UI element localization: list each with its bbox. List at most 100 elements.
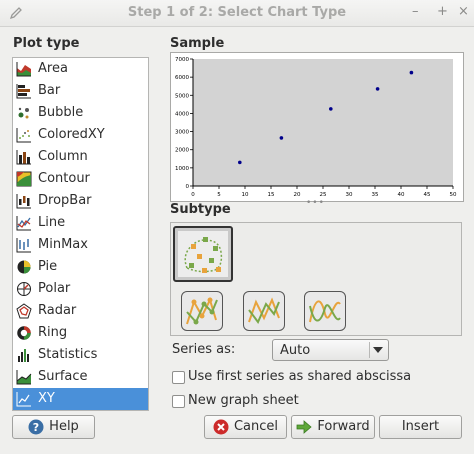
plot-type-item-label: Line	[38, 215, 66, 230]
splitter-handle[interactable]: •••	[306, 198, 325, 208]
plot-area	[193, 59, 453, 186]
window-title: Step 1 of 2: Select Chart Type	[127, 5, 347, 20]
forward-arrow-icon	[296, 420, 312, 434]
x-tick-label: 0	[191, 192, 195, 198]
lines-only-icon	[248, 297, 280, 324]
data-point	[329, 107, 333, 111]
dropbar-chart-icon	[16, 194, 31, 209]
forward-button[interactable]: Forward	[291, 415, 375, 439]
shared-abscissa-label: Use first series as shared abscissa	[188, 369, 412, 384]
plot-type-item-label: MinMax	[38, 237, 88, 252]
insert-button-label: Insert	[401, 419, 440, 434]
series-as-label: Series as:	[172, 342, 236, 357]
plot-type-item-column[interactable]: Column	[13, 146, 148, 168]
title-bar: Step 1 of 2: Select Chart Type – + ×	[0, 0, 474, 27]
plot-type-item-label: ColoredXY	[38, 127, 105, 142]
scatter-markers-icon	[184, 237, 223, 273]
new-sheet-label: New graph sheet	[188, 393, 299, 408]
data-point	[375, 87, 380, 91]
plot-type-item-minmax[interactable]: MinMax	[13, 234, 148, 256]
subtype-lines-only[interactable]	[243, 291, 285, 331]
plot-type-item-label: Radar	[38, 303, 77, 318]
x-tick-label: 40	[398, 192, 405, 198]
plot-type-item-label: Surface	[38, 369, 88, 384]
cancel-button-label: Cancel	[233, 419, 279, 434]
plot-type-item-statistics[interactable]: Statistics	[13, 344, 148, 366]
plot-type-item-polar[interactable]: Polar	[13, 278, 148, 300]
line-chart-icon	[16, 216, 31, 231]
plot-type-item-contour[interactable]: Contour	[13, 168, 148, 190]
plot-type-item-label: Column	[38, 149, 88, 164]
x-tick-label: 20	[294, 192, 301, 198]
plot-type-item-area[interactable]: Area	[13, 58, 148, 80]
plot-type-item-label: Statistics	[38, 347, 98, 362]
forward-button-label: Forward	[317, 419, 370, 434]
new-sheet-checkbox[interactable]	[172, 395, 185, 408]
plot-type-label: Plot type	[13, 36, 80, 51]
svg-text:?: ?	[33, 421, 39, 434]
y-tick-label: 2000	[175, 148, 189, 154]
sample-label: Sample	[170, 36, 225, 51]
plot-type-item-pie[interactable]: Pie	[13, 256, 148, 278]
minimize-button[interactable]: –	[412, 4, 419, 19]
x-tick-label: 30	[346, 192, 353, 198]
x-tick-label: 50	[450, 192, 457, 198]
shared-abscissa-checkbox[interactable]	[172, 371, 185, 384]
plot-type-item-label: Bubble	[38, 105, 84, 120]
help-button[interactable]: ? Help	[12, 415, 95, 439]
subtype-lines-and-markers[interactable]	[181, 291, 223, 331]
data-point	[279, 136, 284, 140]
plot-type-item-label: XY	[38, 391, 55, 406]
y-tick-label: 1000	[175, 166, 189, 172]
column-chart-icon	[16, 150, 31, 165]
plot-type-item-bubble[interactable]: Bubble	[13, 102, 148, 124]
subtype-panel	[170, 222, 462, 336]
insert-button[interactable]: Insert	[379, 415, 462, 439]
cancel-button[interactable]: Cancel	[204, 415, 287, 439]
data-point	[409, 70, 414, 75]
help-button-label: Help	[49, 419, 79, 434]
area-chart-icon	[16, 62, 31, 77]
sample-scatter-chart: 0 5 10 15 20 25 30 35 40 45 5001000200030004000500…	[175, 57, 457, 198]
series-as-dropdown[interactable]: Auto	[272, 339, 389, 361]
contour-chart-icon	[16, 171, 32, 187]
cancel-icon	[213, 419, 229, 435]
close-button[interactable]: ×	[458, 4, 469, 19]
chevron-down-icon	[373, 347, 383, 353]
maximize-button[interactable]: +	[437, 4, 448, 19]
plot-type-item-dropbar[interactable]: DropBar	[13, 190, 148, 212]
dropdown-separator	[369, 342, 370, 358]
polar-chart-icon	[17, 282, 31, 296]
surface-chart-icon	[16, 370, 32, 385]
plot-type-item-label: Ring	[38, 325, 68, 340]
plot-type-item-label: Area	[38, 61, 68, 76]
plot-type-item-label: Polar	[38, 281, 71, 296]
bar-chart-icon	[16, 84, 31, 99]
plot-type-item-surface[interactable]: Surface	[13, 366, 148, 388]
statistics-chart-icon	[18, 349, 29, 362]
radar-chart-icon	[16, 303, 32, 319]
y-tick-label: 3000	[175, 130, 189, 136]
smooth-lines-icon	[309, 300, 341, 323]
plot-type-item-radar[interactable]: Radar	[13, 300, 148, 322]
x-tick-label: 15	[268, 192, 275, 198]
plot-type-item-coloredxy[interactable]: ColoredXY	[13, 124, 148, 146]
plot-type-item-xy[interactable]: XY	[13, 388, 148, 410]
plot-type-item-line[interactable]: Line	[13, 212, 148, 234]
sample-chart-frame: 0 5 10 15 20 25 30 35 40 45 50 0 1000 2000 3000 4000 500…	[170, 52, 464, 202]
bubble-chart-icon	[18, 107, 29, 119]
plot-type-item-bar[interactable]: Bar	[13, 80, 148, 102]
plot-type-list[interactable]: Area Bar Bubble ColoredXY Column Contour…	[12, 57, 149, 411]
x-tick-label: 10	[242, 192, 249, 198]
y-tick-label: 6000	[175, 75, 189, 81]
plot-type-item-ring[interactable]: Ring	[13, 322, 148, 344]
y-tick-label: 4000	[175, 111, 189, 117]
data-point	[238, 160, 242, 165]
y-tick-label: 0	[186, 184, 190, 190]
subtype-smooth-lines[interactable]	[304, 291, 346, 331]
plot-type-item-label: Bar	[38, 83, 61, 98]
subtype-label: Subtype	[170, 202, 231, 217]
subtype-markers-only[interactable]	[173, 226, 233, 282]
colored-xy-icon	[16, 128, 31, 143]
lines-markers-icon	[186, 297, 218, 325]
